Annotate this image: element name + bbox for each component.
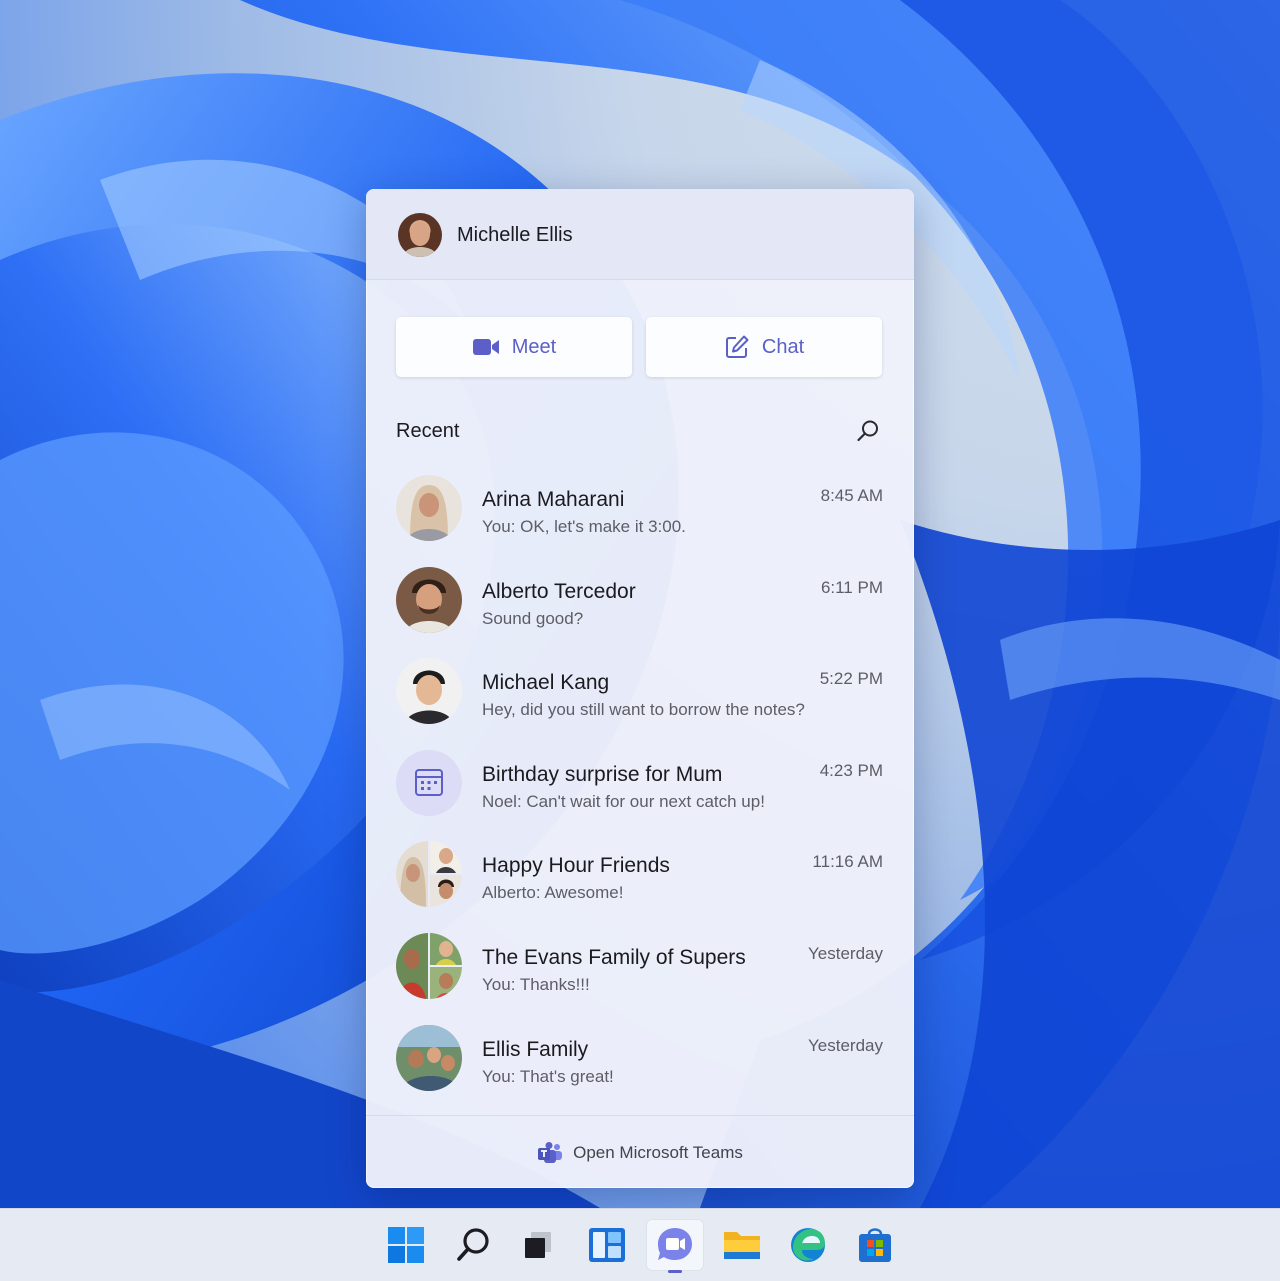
meet-label: Meet <box>511 335 557 358</box>
meeting-avatar <box>396 749 462 816</box>
conversation-time: Yesterday <box>808 943 883 963</box>
conversation-title: Alberto Tercedor <box>482 579 636 603</box>
taskbar-search-button[interactable] <box>445 1219 503 1271</box>
conversation-time: 5:22 PM <box>819 669 883 689</box>
conversation-preview: Hey, did you still want to borrow the no… <box>482 700 805 720</box>
conversation-time: 8:45 AM <box>820 486 883 505</box>
taskbar <box>0 1208 1280 1281</box>
conversation-title: Arina Maharani <box>482 488 625 511</box>
group-avatar <box>396 932 462 999</box>
user-name: Michelle Ellis <box>457 224 573 246</box>
open-teams-link[interactable]: Open Microsoft Teams <box>366 1115 914 1188</box>
contact-avatar <box>396 475 462 541</box>
flyout-header: Michelle Ellis <box>366 189 914 280</box>
conversation-preview: Sound good? <box>482 608 584 628</box>
task-view-icon <box>525 1232 551 1258</box>
edge-button[interactable] <box>779 1219 837 1271</box>
search-icon <box>857 420 878 442</box>
calendar-icon <box>415 768 443 796</box>
conversation-title: Michael Kang <box>482 671 610 695</box>
conversation-item[interactable]: Ellis Family You: That's great! Yesterda… <box>366 1019 914 1111</box>
user-avatar[interactable] <box>398 213 442 257</box>
edge-icon <box>791 1228 825 1262</box>
widgets-button[interactable] <box>578 1219 636 1271</box>
video-camera-icon <box>472 339 499 355</box>
conversation-title: The Evans Family of Supers <box>482 945 746 969</box>
windows-start-icon <box>388 1227 424 1263</box>
start-button[interactable] <box>377 1219 435 1271</box>
conversation-item[interactable]: Birthday surprise for Mum Noel: Can't wa… <box>366 744 914 836</box>
conversation-item[interactable]: Alberto Tercedor Sound good? 6:11 PM <box>366 561 914 653</box>
contact-avatar <box>396 566 462 633</box>
conversation-item[interactable]: Michael Kang Hey, did you still want to … <box>366 652 914 744</box>
conversation-title: Happy Hour Friends <box>482 854 670 878</box>
teams-logo-icon <box>538 1141 563 1163</box>
group-avatar <box>396 1024 462 1091</box>
conversation-item[interactable]: Happy Hour Friends Alberto: Awesome! 11:… <box>366 835 914 927</box>
file-explorer-icon <box>724 1232 760 1259</box>
conversation-item[interactable]: Arina Maharani You: OK, let's make it 3:… <box>366 469 914 561</box>
conversation-time: 11:16 AM <box>812 852 883 872</box>
search-icon <box>457 1228 489 1261</box>
open-teams-label: Open Microsoft Teams <box>573 1142 743 1162</box>
chat-label: Chat <box>761 335 805 358</box>
conversation-title: Ellis Family <box>482 1037 589 1061</box>
task-view-button[interactable] <box>509 1219 567 1271</box>
conversation-item[interactable]: The Evans Family of Supers You: Thanks!!… <box>366 927 914 1019</box>
search-button[interactable] <box>852 415 884 447</box>
teams-chat-button[interactable] <box>646 1219 704 1273</box>
meet-button[interactable]: Meet <box>396 317 632 377</box>
recent-heading: Recent <box>396 420 460 442</box>
widgets-icon <box>589 1228 625 1262</box>
conversation-preview: You: That's great! <box>482 1066 614 1086</box>
conversation-preview: Alberto: Awesome! <box>482 883 624 903</box>
conversation-preview: You: OK, let's make it 3:00. <box>482 517 686 536</box>
conversation-title: Birthday surprise for Mum <box>482 762 723 786</box>
store-icon <box>859 1228 891 1262</box>
file-explorer-button[interactable] <box>713 1219 771 1271</box>
conversation-preview: You: Thanks!!! <box>482 974 590 994</box>
conversation-time: 6:11 PM <box>820 577 883 597</box>
compose-icon <box>725 335 749 358</box>
conversation-time: 4:23 PM <box>819 760 883 780</box>
conversation-time: Yesterday <box>808 1035 883 1055</box>
teams-chat-flyout: Michelle Ellis Meet Chat Recent Arina Ma… <box>366 189 914 1188</box>
teams-chat-icon <box>658 1228 692 1260</box>
chat-button[interactable]: Chat <box>646 317 882 377</box>
store-button[interactable] <box>846 1219 904 1271</box>
recent-conversation-list: Arina Maharani You: OK, let's make it 3:… <box>366 469 914 1110</box>
contact-avatar <box>396 658 462 725</box>
conversation-preview: Noel: Can't wait for our next catch up! <box>482 791 765 811</box>
group-avatar <box>396 841 462 908</box>
